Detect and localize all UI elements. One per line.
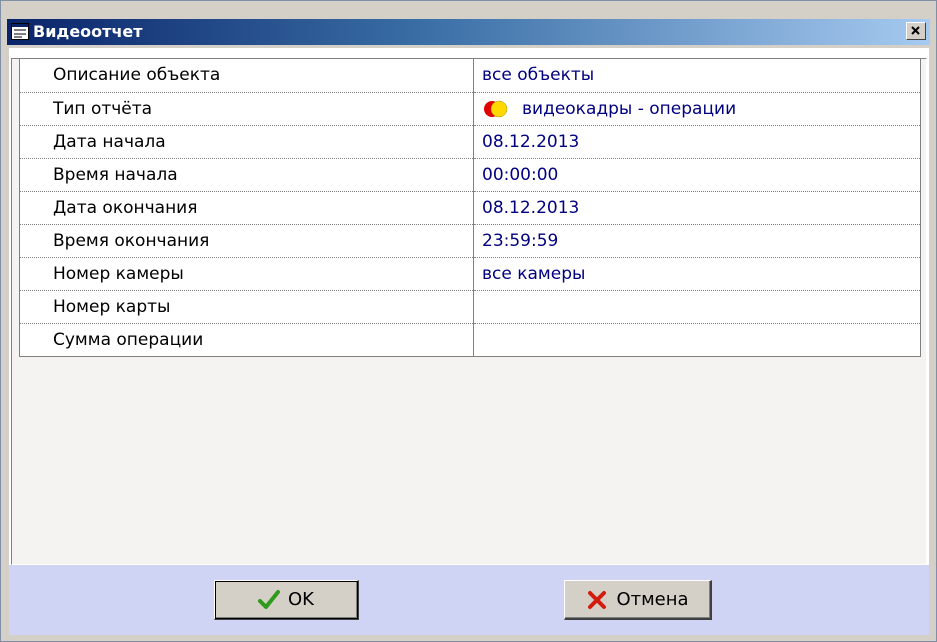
property-name: Номер камеры [19,257,474,291]
property-value[interactable] [473,323,921,357]
close-icon [911,26,920,35]
checkmark-icon [258,589,280,609]
property-row-end-time[interactable]: Время окончания 23:59:59 [19,224,921,258]
property-name: Сумма операции [19,323,474,357]
property-name: Тип отчёта [19,92,474,126]
cancel-button[interactable]: Отмена [564,580,712,620]
property-value[interactable]: все объекты [473,59,921,93]
property-row-end-date[interactable]: Дата окончания 08.12.2013 [19,191,921,225]
video-operations-icon [484,100,508,117]
property-value-report-type[interactable]: видеокадры - операции [473,92,921,126]
property-row-object-description[interactable]: Описание объекта все объекты [19,59,921,93]
property-name: Номер карты [19,290,474,324]
property-row-operation-sum[interactable]: Сумма операции [19,323,921,357]
property-row-start-date[interactable]: Дата начала 08.12.2013 [19,125,921,159]
property-name: Описание объекта [19,59,474,93]
ok-button-label: OK [288,589,314,610]
report-window-icon [11,23,29,40]
x-icon [588,590,607,609]
ok-button[interactable]: OK [214,580,359,620]
property-name: Время окончания [19,224,474,258]
property-value[interactable]: все камеры [473,257,921,291]
window-title: Видеоотчет [33,22,143,41]
property-value[interactable]: 08.12.2013 [473,191,921,225]
property-name: Дата окончания [19,191,474,225]
property-grid: Описание объекта все объекты Тип отчёта … [11,58,927,565]
title-bar[interactable]: Видеоотчет [7,19,930,45]
cancel-button-label: Отмена [616,589,689,610]
button-panel: OK Отмена [9,565,929,635]
video-report-dialog: Видеоотчет Описание объекта все объекты … [0,0,937,642]
property-table: Описание объекта все объекты Тип отчёта … [19,59,921,357]
property-name: Дата начала [19,125,474,159]
close-button[interactable] [906,22,926,40]
property-row-start-time[interactable]: Время начала 00:00:00 [19,158,921,192]
property-value[interactable]: 00:00:00 [473,158,921,192]
property-name: Время начала [19,158,474,192]
property-value[interactable]: 08.12.2013 [473,125,921,159]
property-value[interactable]: 23:59:59 [473,224,921,258]
report-type-text: видеокадры - операции [522,98,737,119]
property-value[interactable] [473,290,921,324]
property-row-report-type[interactable]: Тип отчёта видеокадры - операции [19,92,921,126]
property-row-camera-number[interactable]: Номер камеры все камеры [19,257,921,291]
dialog-body: Описание объекта все объекты Тип отчёта … [9,48,929,635]
property-row-card-number[interactable]: Номер карты [19,290,921,324]
